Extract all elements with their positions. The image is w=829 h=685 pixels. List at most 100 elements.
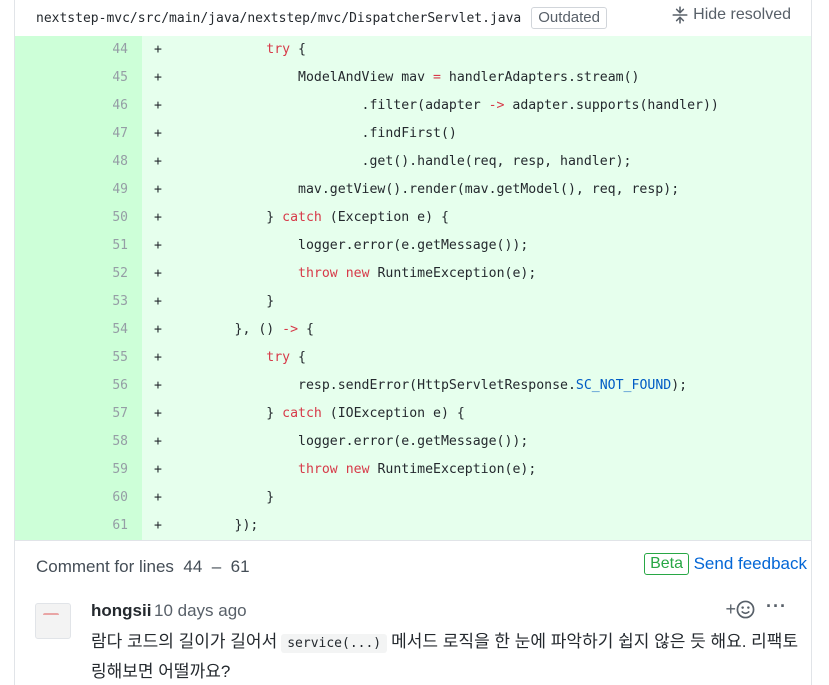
line-code: + try { xyxy=(142,36,811,64)
code-segment: adapter.supports(handler)) xyxy=(504,98,719,113)
diff-line[interactable]: 57 + } catch (IOException e) { xyxy=(15,400,811,428)
line-number[interactable]: 49 xyxy=(15,176,142,204)
diff-line[interactable]: 54 + }, () -> { xyxy=(15,316,811,344)
added-marker: + xyxy=(154,154,162,169)
code-text: logger.error(e.getMessage()); xyxy=(171,428,528,456)
file-header: nextstep-mvc/src/main/java/nextstep/mvc/… xyxy=(14,0,812,36)
line-number[interactable]: 58 xyxy=(15,428,142,456)
hide-resolved-button[interactable]: Hide resolved xyxy=(671,6,791,24)
line-number[interactable]: 48 xyxy=(15,148,142,176)
diff-line[interactable]: 50 + } catch (Exception e) { xyxy=(15,204,811,232)
line-code: + resp.sendError(HttpServletResponse.SC_… xyxy=(142,372,811,400)
line-number[interactable]: 45 xyxy=(15,64,142,92)
line-number[interactable]: 50 xyxy=(15,204,142,232)
diff-line[interactable]: 60 + } xyxy=(15,484,811,512)
diff-line[interactable]: 52 + throw new RuntimeException(e); xyxy=(15,260,811,288)
added-marker: + xyxy=(154,350,162,365)
diff-line[interactable]: 55 + try { xyxy=(15,344,811,372)
hide-resolved-label: Hide resolved xyxy=(693,6,791,23)
added-marker: + xyxy=(154,434,162,449)
added-marker: + xyxy=(154,42,162,57)
line-number[interactable]: 54 xyxy=(15,316,142,344)
diff-line[interactable]: 44 + try { xyxy=(15,36,811,64)
diff-line[interactable]: 53 + } xyxy=(15,288,811,316)
line-number[interactable]: 60 xyxy=(15,484,142,512)
added-marker: + xyxy=(154,378,162,393)
added-marker: + xyxy=(154,98,162,113)
send-feedback-link[interactable]: Send feedback xyxy=(694,554,807,574)
code-segment: logger.error(e.getMessage()); xyxy=(171,238,529,253)
line-number[interactable]: 61 xyxy=(15,512,142,540)
line-code: + throw new RuntimeException(e); xyxy=(142,456,811,484)
diff-line[interactable]: 48 + .get().handle(req, resp, handler); xyxy=(15,148,811,176)
added-marker: + xyxy=(154,210,162,225)
code-text: resp.sendError(HttpServletResponse.SC_NO… xyxy=(171,372,687,400)
inline-code: service(...) xyxy=(281,634,388,653)
diff-line[interactable]: 45 + ModelAndView mav = handlerAdapters.s… xyxy=(15,64,811,92)
line-code: + throw new RuntimeException(e); xyxy=(142,260,811,288)
diff-line[interactable]: 47 + .findFirst() xyxy=(15,120,811,148)
comment-text-before: 람다 코드의 길이가 길어서 xyxy=(91,632,278,651)
outdated-badge: Outdated xyxy=(531,7,607,29)
line-number[interactable]: 59 xyxy=(15,456,142,484)
code-text: .findFirst() xyxy=(171,120,457,148)
line-number[interactable]: 56 xyxy=(15,372,142,400)
diff-line[interactable]: 49 + mav.getView().render(mav.getModel(),… xyxy=(15,176,811,204)
line-number[interactable]: 55 xyxy=(15,344,142,372)
beta-badge: Beta xyxy=(644,553,689,575)
line-number[interactable]: 53 xyxy=(15,288,142,316)
code-segment: .findFirst() xyxy=(171,126,457,141)
file-path[interactable]: nextstep-mvc/src/main/java/nextstep/mvc/… xyxy=(36,11,521,26)
line-number[interactable]: 46 xyxy=(15,92,142,120)
added-marker: + xyxy=(154,406,162,421)
comment-author[interactable]: hongsii xyxy=(91,601,151,621)
code-text: } catch (Exception e) { xyxy=(171,204,449,232)
line-number[interactable]: 44 xyxy=(15,36,142,64)
code-keyword: -> xyxy=(488,98,505,113)
code-constant: SC_NOT_FOUND xyxy=(575,378,672,393)
diff-line[interactable]: 61 + }); xyxy=(15,512,811,540)
code-text: try { xyxy=(171,344,306,372)
diff-code-table: 44 + try {45 + ModelAndView mav = handlerA… xyxy=(14,36,812,540)
diff-line[interactable]: 46 + .filter(adapter -> adapter.supports(… xyxy=(15,92,811,120)
line-code: + } xyxy=(142,288,811,316)
avatar[interactable] xyxy=(35,603,71,639)
line-number[interactable]: 51 xyxy=(15,232,142,260)
code-text: logger.error(e.getMessage()); xyxy=(171,232,528,260)
code-segment: RuntimeException(e); xyxy=(369,266,537,281)
line-code: + } xyxy=(142,484,811,512)
code-text: }); xyxy=(171,512,259,540)
code-segment: } xyxy=(171,406,283,421)
added-marker: + xyxy=(154,182,162,197)
line-code: + try { xyxy=(142,344,811,372)
code-text: .filter(adapter -> adapter.supports(hand… xyxy=(171,92,719,120)
code-segment: .filter(adapter xyxy=(171,98,489,113)
plus-icon: + xyxy=(725,599,736,619)
added-marker: + xyxy=(154,322,162,337)
diff-line[interactable]: 58 + logger.error(e.getMessage()); xyxy=(15,428,811,456)
line-number[interactable]: 57 xyxy=(15,400,142,428)
line-code: + mav.getView().render(mav.getModel(), r… xyxy=(142,176,811,204)
more-options-button[interactable]: ··· xyxy=(766,596,787,617)
line-number[interactable]: 47 xyxy=(15,120,142,148)
line-code: + .get().handle(req, resp, handler); xyxy=(142,148,811,176)
diff-line[interactable]: 51 + logger.error(e.getMessage()); xyxy=(15,232,811,260)
code-keyword: catch xyxy=(282,406,322,421)
add-reaction-button[interactable]: + xyxy=(725,599,755,620)
code-segment: }); xyxy=(171,518,259,533)
line-code: + }, () -> { xyxy=(142,316,811,344)
diff-line[interactable]: 56 + resp.sendError(HttpServletResponse.S… xyxy=(15,372,811,400)
comment-timestamp[interactable]: 10 days ago xyxy=(154,601,247,621)
diff-line[interactable]: 59 + throw new RuntimeException(e); xyxy=(15,456,811,484)
code-text: mav.getView().render(mav.getModel(), req… xyxy=(171,176,679,204)
line-number[interactable]: 52 xyxy=(15,260,142,288)
code-segment: } xyxy=(171,294,275,309)
code-text: } xyxy=(171,288,274,316)
added-marker: + xyxy=(154,238,162,253)
line-code: + } catch (Exception e) { xyxy=(142,204,811,232)
code-text: .get().handle(req, resp, handler); xyxy=(171,148,632,176)
code-keyword: throw xyxy=(298,462,338,477)
code-segment: }, () xyxy=(171,322,283,337)
